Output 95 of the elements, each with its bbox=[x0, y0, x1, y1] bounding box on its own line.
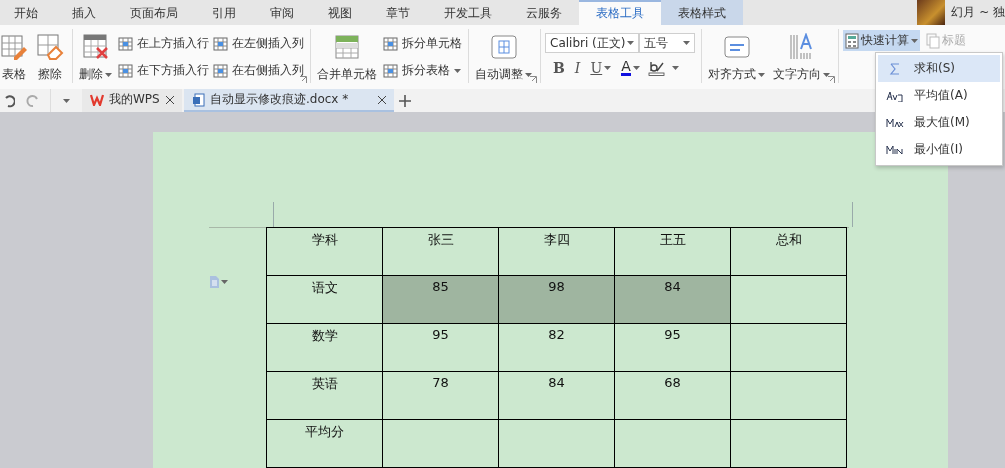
table-delete-icon bbox=[81, 33, 110, 61]
close-icon[interactable] bbox=[378, 95, 386, 104]
table-cell: 68 bbox=[614, 371, 731, 420]
ribbon-tab[interactable]: 视图 bbox=[311, 0, 369, 25]
eraser-icon bbox=[36, 33, 64, 61]
dialog-launcher-icon[interactable] bbox=[300, 76, 307, 83]
ribbon-button[interactable]: 拆分表格 bbox=[383, 60, 462, 81]
autofit-table-icon bbox=[489, 33, 518, 61]
table-cell: 84 bbox=[498, 371, 615, 420]
menu-item-label: 求和(S) bbox=[914, 60, 955, 77]
menu-item-label: 平均值(A) bbox=[914, 87, 968, 104]
avatar-image[interactable] bbox=[917, 0, 946, 25]
copy-icon bbox=[926, 32, 941, 49]
table-cell: 王五 bbox=[614, 227, 731, 276]
ribbon-tab[interactable]: 表格工具 bbox=[579, 0, 661, 25]
caret-icon bbox=[604, 65, 612, 70]
font-size-dropdown[interactable]: 五号 bbox=[639, 33, 696, 53]
ribbon-tab[interactable]: 插入 bbox=[55, 0, 113, 25]
add-tab-icon[interactable] bbox=[399, 94, 411, 107]
dialog-launcher-icon[interactable] bbox=[530, 76, 537, 83]
avg-icon bbox=[886, 89, 904, 102]
table-cell: 英语 bbox=[266, 371, 383, 420]
table-cell: 82 bbox=[498, 323, 615, 372]
close-icon[interactable] bbox=[166, 95, 174, 104]
ribbon-button[interactable]: 在右侧插入列 bbox=[213, 60, 304, 81]
caret-icon bbox=[758, 72, 766, 77]
italic-button[interactable]: I bbox=[572, 59, 583, 76]
caret-icon bbox=[525, 72, 532, 77]
ribbon-button[interactable]: 自动调整 bbox=[473, 33, 534, 83]
menu-item-label: 最小值(I) bbox=[914, 141, 963, 158]
underline-button[interactable]: U bbox=[588, 59, 614, 76]
menu-item[interactable]: 最大值(M) bbox=[878, 109, 1000, 136]
wps-logo-icon bbox=[90, 93, 104, 106]
caret-icon bbox=[683, 41, 691, 45]
max-icon bbox=[886, 116, 904, 129]
caret-icon bbox=[911, 38, 919, 43]
ribbon-button[interactable]: 在上方插入行 bbox=[118, 33, 209, 54]
tab-label: 我的WPS bbox=[109, 91, 160, 108]
table-cell: 78 bbox=[382, 371, 499, 420]
table-cell: 张三 bbox=[382, 227, 499, 276]
ribbon-button[interactable]: 擦除 bbox=[34, 33, 66, 83]
table-cell: 95 bbox=[382, 323, 499, 372]
table-cell: 84 bbox=[614, 275, 731, 324]
table-cell: 李四 bbox=[498, 227, 615, 276]
bold-button[interactable]: B bbox=[551, 59, 567, 76]
document-tab[interactable]: 自动显示修改痕迹.docx * bbox=[184, 89, 394, 112]
table-cell: 学科 bbox=[266, 227, 383, 276]
caret-icon bbox=[105, 72, 112, 77]
highlight-icon[interactable] bbox=[647, 59, 666, 76]
caret-icon bbox=[627, 41, 635, 45]
menu-item[interactable]: 最小值(I) bbox=[878, 136, 1000, 163]
ribbon-button[interactable]: 在下方插入行 bbox=[118, 60, 209, 81]
document-icon bbox=[192, 92, 205, 107]
menu-item[interactable]: 求和(S) bbox=[878, 55, 1000, 82]
font-color-button[interactable]: A bbox=[619, 59, 642, 76]
caret-icon bbox=[671, 65, 679, 70]
ribbon-tab[interactable]: 云服务 bbox=[509, 0, 579, 25]
tab-label: 自动显示修改痕迹.docx * bbox=[210, 91, 349, 108]
document-tab[interactable]: 我的WPS bbox=[82, 89, 182, 112]
caret-icon bbox=[454, 68, 461, 73]
ribbon-tab[interactable]: 审阅 bbox=[253, 0, 311, 25]
table-cell: 语文 bbox=[266, 275, 383, 324]
caret-icon bbox=[221, 280, 228, 284]
table-cell: 85 bbox=[382, 275, 499, 324]
calculator-icon bbox=[845, 32, 860, 49]
ribbon-button[interactable]: 表格 bbox=[0, 33, 30, 83]
min-icon bbox=[886, 143, 904, 156]
ribbon-button[interactable]: 快速计算 bbox=[843, 30, 921, 51]
align-text-icon bbox=[722, 33, 751, 61]
table-cell: 数学 bbox=[266, 323, 383, 372]
table-cell: 平均分 bbox=[266, 419, 383, 468]
merge-cells-icon bbox=[333, 33, 361, 61]
dialog-launcher-icon[interactable] bbox=[828, 76, 836, 83]
table-cell: 95 bbox=[614, 323, 731, 372]
caret-icon bbox=[632, 65, 640, 70]
ribbon-tab[interactable]: 章节 bbox=[369, 0, 427, 25]
caret-icon bbox=[63, 98, 70, 103]
ribbon-tab[interactable]: 表格样式 bbox=[661, 0, 743, 25]
ribbon-button[interactable]: 删除 bbox=[77, 33, 114, 83]
table-cell: 总和 bbox=[730, 227, 847, 276]
font-name-dropdown[interactable]: Calibri (正文) bbox=[545, 33, 640, 53]
ribbon-button[interactable]: 文字方向 bbox=[771, 33, 833, 83]
ribbon-button[interactable]: 在左侧插入列 bbox=[213, 33, 304, 54]
undo-icon[interactable] bbox=[5, 93, 15, 108]
ribbon-button[interactable]: 拆分单元格 bbox=[383, 33, 462, 54]
table-cell: 98 bbox=[498, 275, 615, 324]
menu-item[interactable]: 平均值(A) bbox=[878, 82, 1000, 109]
ribbon-tab[interactable]: 开始 bbox=[0, 0, 55, 25]
ribbon-tab[interactable]: 开发工具 bbox=[427, 0, 509, 25]
caret-icon bbox=[823, 72, 831, 77]
ribbon-button[interactable]: 合并单元格 bbox=[315, 33, 379, 83]
ribbon-tab[interactable]: 页面布局 bbox=[113, 0, 195, 25]
ribbon-tab[interactable]: 引用 bbox=[195, 0, 253, 25]
ribbon-button[interactable]: 对齐方式 bbox=[706, 33, 768, 83]
menu-item-label: 最大值(M) bbox=[914, 114, 970, 131]
